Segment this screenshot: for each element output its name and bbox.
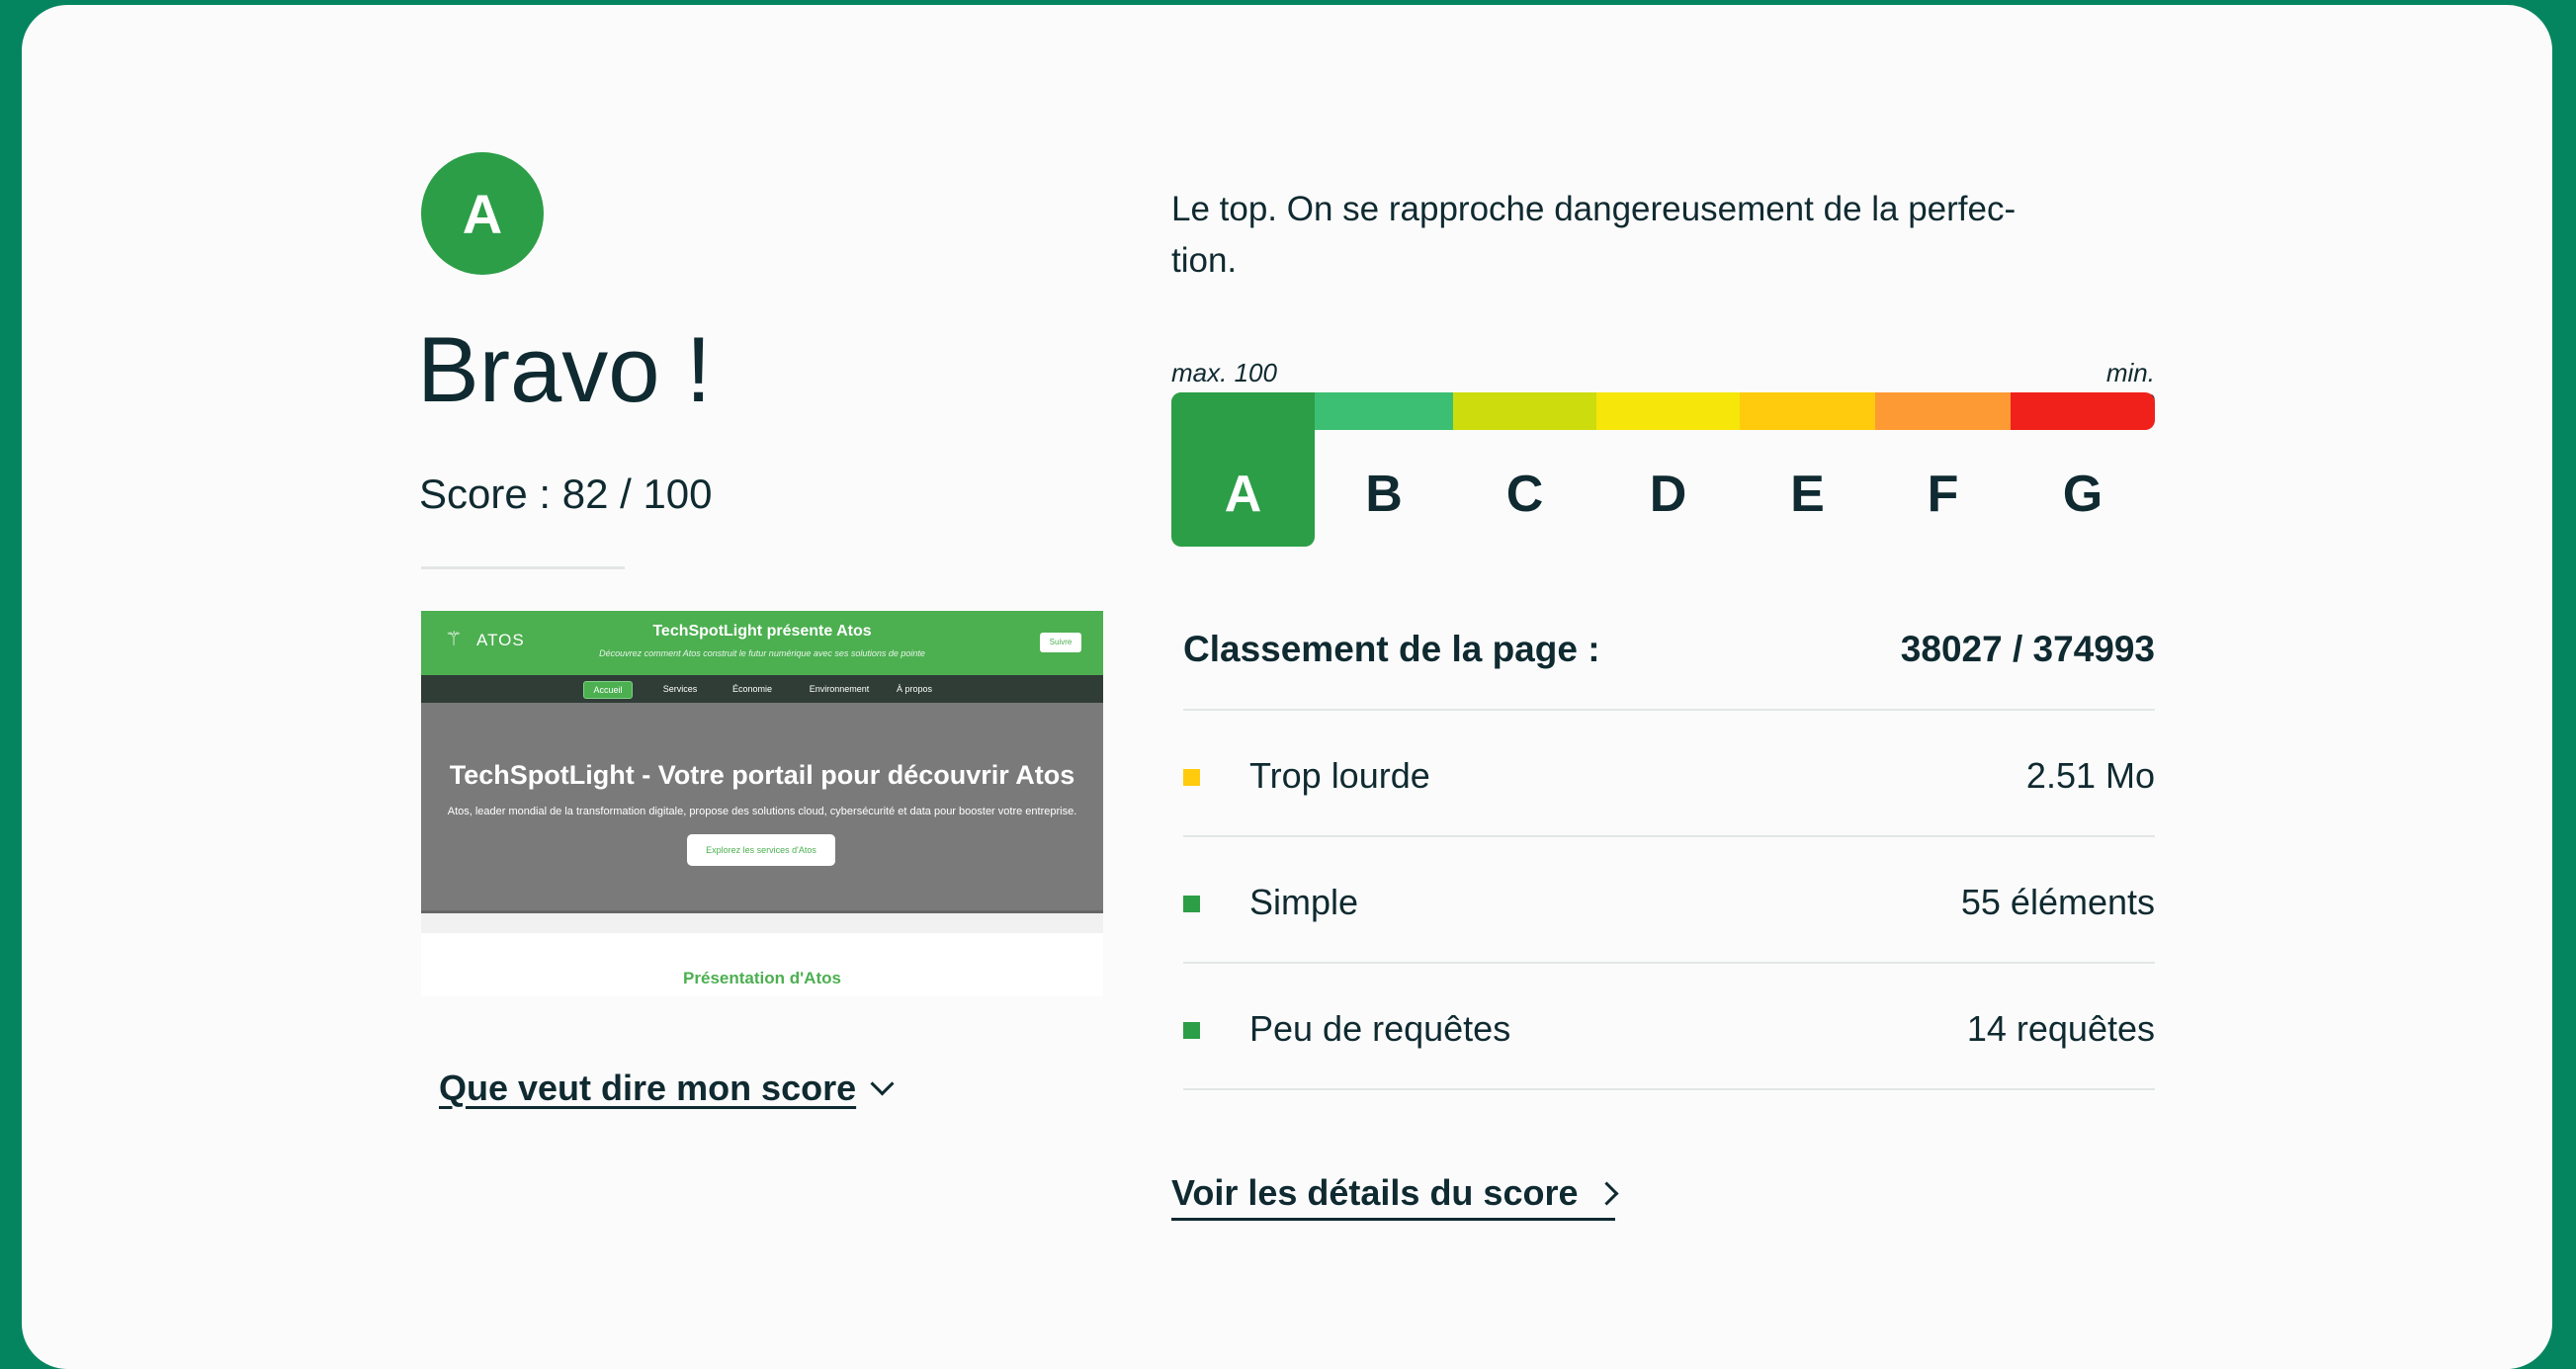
status-square-icon bbox=[1183, 1022, 1200, 1039]
scale-segment-d bbox=[1596, 392, 1740, 430]
divider bbox=[1183, 835, 2155, 837]
preview-header: ⚚ ATOS TechSpotLight présente Atos Décou… bbox=[421, 611, 1103, 675]
metric-value-requests: 14 requêtes bbox=[1966, 1008, 2155, 1049]
preview-hero: TechSpotLight - Votre portail pour décou… bbox=[421, 703, 1103, 913]
divider bbox=[421, 566, 625, 569]
scale-segment-g bbox=[2011, 392, 2155, 430]
preview-title: TechSpotLight présente Atos bbox=[652, 623, 872, 640]
preview-hero-button: Explorez les services d'Atos bbox=[687, 834, 835, 866]
grade-letter-c: C bbox=[1505, 466, 1544, 523]
grade-description: Le top. On se rapproche dangereusement d… bbox=[1171, 190, 2017, 280]
status-square-icon bbox=[1183, 896, 1200, 912]
chevron-down-icon bbox=[870, 1070, 895, 1096]
grade-letter-g: G bbox=[2062, 466, 2104, 523]
divider bbox=[1183, 962, 2155, 964]
grade-scale-bar bbox=[1171, 392, 2155, 430]
metric-label-complexity: Simple bbox=[1249, 882, 1359, 922]
score-details-label: Voir les détails du score bbox=[1171, 1172, 1579, 1213]
grade-badge: A bbox=[421, 152, 544, 275]
metric-value-complexity: 55 éléments bbox=[1960, 882, 2155, 922]
grade-letter-e: E bbox=[1790, 466, 1825, 523]
ranking-value: 38027 / 374993 bbox=[1900, 629, 2155, 669]
preview-section-title: Présentation d'Atos bbox=[683, 969, 841, 987]
result-heading: Bravo ! bbox=[417, 317, 712, 421]
score-details-link[interactable]: Voir les détails du score bbox=[1171, 1172, 1619, 1221]
preview-nav-item: À propos bbox=[896, 684, 933, 694]
metric-value-weight: 2.51 Mo bbox=[2025, 755, 2155, 796]
ranking-label: Classement de la page : bbox=[1183, 629, 1600, 669]
preview-hero-text: Atos, leader mondial de la transformatio… bbox=[447, 806, 1077, 817]
chevron-right-icon bbox=[1593, 1180, 1619, 1206]
preview-nav: Accueil Services Économie Environnement … bbox=[421, 675, 1103, 703]
scale-segment-e bbox=[1740, 392, 1875, 430]
score-meaning-label: Que veut dire mon score bbox=[439, 1068, 857, 1108]
grade-letter-d: D bbox=[1649, 466, 1687, 523]
metric-label-requests: Peu de requêtes bbox=[1249, 1008, 1511, 1049]
divider bbox=[1183, 1088, 2155, 1090]
preview-nav-item: Économie bbox=[731, 684, 773, 694]
status-square-icon bbox=[1183, 769, 1200, 786]
scale-max-label: max. 100 bbox=[1171, 358, 1277, 387]
grade-letter-b: B bbox=[1365, 466, 1403, 523]
metric-label-weight: Trop lourde bbox=[1249, 755, 1430, 796]
divider bbox=[1183, 709, 2155, 711]
preview-section-bar bbox=[421, 913, 1103, 933]
preview-nav-item: Services bbox=[662, 684, 698, 694]
preview-subtitle: Découvrez comment Atos construit le futu… bbox=[599, 648, 925, 658]
scale-segment-f bbox=[1875, 392, 2011, 430]
preview-nav-item: Accueil bbox=[583, 681, 633, 699]
scale-segment-c bbox=[1453, 392, 1596, 430]
grade-letter-a: A bbox=[1224, 466, 1262, 523]
preview-nav-item: Environnement bbox=[809, 684, 870, 694]
score-text: Score : 82 / 100 bbox=[419, 471, 713, 517]
preview-hero-title: TechSpotLight - Votre portail pour décou… bbox=[449, 760, 1075, 790]
score-meaning-link[interactable]: Que veut dire mon score bbox=[439, 1068, 895, 1109]
page-preview-thumbnail: ⚚ ATOS TechSpotLight présente Atos Décou… bbox=[421, 611, 1103, 996]
scale-segment-b bbox=[1315, 392, 1453, 430]
preview-follow-button: Suivre bbox=[1040, 633, 1081, 652]
grade-letter-f: F bbox=[1927, 466, 1959, 523]
